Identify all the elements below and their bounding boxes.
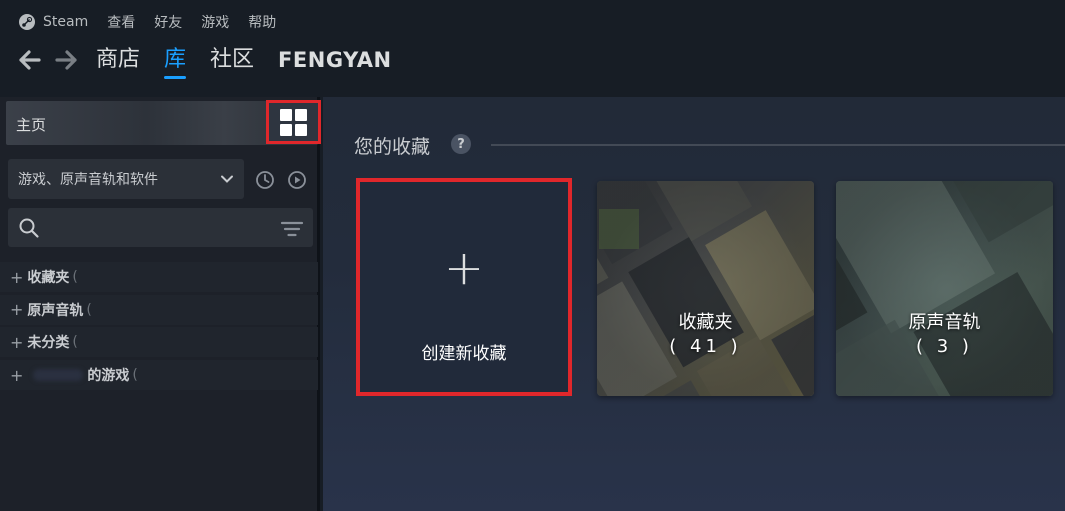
top-bar: Steam 查看 好友 游戏 帮助 商店 库 社区 FENGYAN <box>0 0 1065 97</box>
menu-games[interactable]: 游戏 <box>201 12 229 32</box>
steam-logo-icon[interactable] <box>18 13 36 31</box>
collection-user-games[interactable]: + 的游戏 ( <box>0 360 318 391</box>
filter-label: 游戏、原声音轨和软件 <box>18 172 158 188</box>
play-icon[interactable] <box>287 170 307 190</box>
collection-card-name: 原声音轨 <box>908 312 981 333</box>
menu-steam[interactable]: Steam <box>43 14 88 30</box>
card-shade <box>597 181 814 396</box>
tab-store[interactable]: 商店 <box>96 44 140 76</box>
collection-label: 的游戏 <box>87 368 130 385</box>
collection-card-soundtracks[interactable]: 原声音轨 ( 3 ) <box>836 181 1053 396</box>
collection-card-favorites[interactable]: 收藏夹 ( 41 ) <box>597 181 814 396</box>
grid-view-icon <box>280 108 307 136</box>
collection-soundtracks[interactable]: + 原声音轨 ( <box>0 294 318 325</box>
sort-filter-icon[interactable] <box>280 220 304 238</box>
collections-grid-button[interactable] <box>266 100 321 144</box>
create-collection-button[interactable]: + 创建新收藏 <box>356 178 572 396</box>
home-label: 主页 <box>16 116 47 134</box>
back-arrow-icon[interactable] <box>18 48 42 72</box>
section-title: 您的收藏 <box>354 136 431 158</box>
tab-profile[interactable]: FENGYAN <box>278 44 392 76</box>
menu-help[interactable]: 帮助 <box>248 12 276 32</box>
collection-count: ( <box>72 334 78 351</box>
tab-library[interactable]: 库 <box>164 44 187 79</box>
collection-label: 未分类 <box>27 335 70 352</box>
plus-icon: + <box>443 240 485 296</box>
collection-favorites[interactable]: + 收藏夹 ( <box>0 262 318 292</box>
collection-card-count: ( 41 ) <box>669 336 742 357</box>
help-icon[interactable]: ? <box>451 134 471 154</box>
library-search-input[interactable] <box>8 208 313 247</box>
forward-arrow-icon[interactable] <box>54 48 78 72</box>
expand-plus-icon: + <box>10 332 24 352</box>
expand-plus-icon: + <box>10 300 24 320</box>
expand-plus-icon: + <box>10 365 24 385</box>
menu-friends[interactable]: 好友 <box>154 12 182 32</box>
collection-label: 原声音轨 <box>27 302 84 319</box>
menu-view[interactable]: 查看 <box>107 12 135 32</box>
collection-label: 收藏夹 <box>27 270 70 286</box>
search-icon <box>18 217 40 239</box>
tab-community[interactable]: 社区 <box>210 44 254 76</box>
library-filter-dropdown[interactable]: 游戏、原声音轨和软件 <box>8 159 244 199</box>
chevron-down-icon <box>220 172 234 186</box>
collection-count: ( <box>132 367 138 384</box>
recent-clock-icon[interactable] <box>255 170 275 190</box>
card-shade <box>836 181 1053 396</box>
section-divider <box>491 144 1065 146</box>
menu-bar: Steam 查看 好友 游戏 帮助 <box>18 12 295 32</box>
redacted-username <box>33 369 84 382</box>
collections-main: 您的收藏 ? + 创建新收藏 收藏夹 ( 41 ) 原声音轨 (3) <box>323 97 1065 511</box>
nav-row: 商店 库 社区 FENGYAN <box>18 44 416 79</box>
create-collection-label: 创建新收藏 <box>421 344 507 364</box>
library-sidebar: 主页 游戏、原声音轨和软件 + 收藏夹 ( + 原声音轨 (+ 未分类 (+… <box>0 97 321 511</box>
collection-uncategorized[interactable]: + 未分类 ( <box>0 327 318 358</box>
collection-card-count: ( 3 ) <box>916 336 973 357</box>
collection-list: + 收藏夹 ( + 原声音轨 ( + 未分类 ( + 的游戏 ( <box>0 262 318 393</box>
collection-count: ( <box>86 301 92 318</box>
collection-count: ( <box>72 269 78 285</box>
expand-plus-icon: + <box>10 267 24 287</box>
collection-card-name: 收藏夹 <box>678 312 733 333</box>
